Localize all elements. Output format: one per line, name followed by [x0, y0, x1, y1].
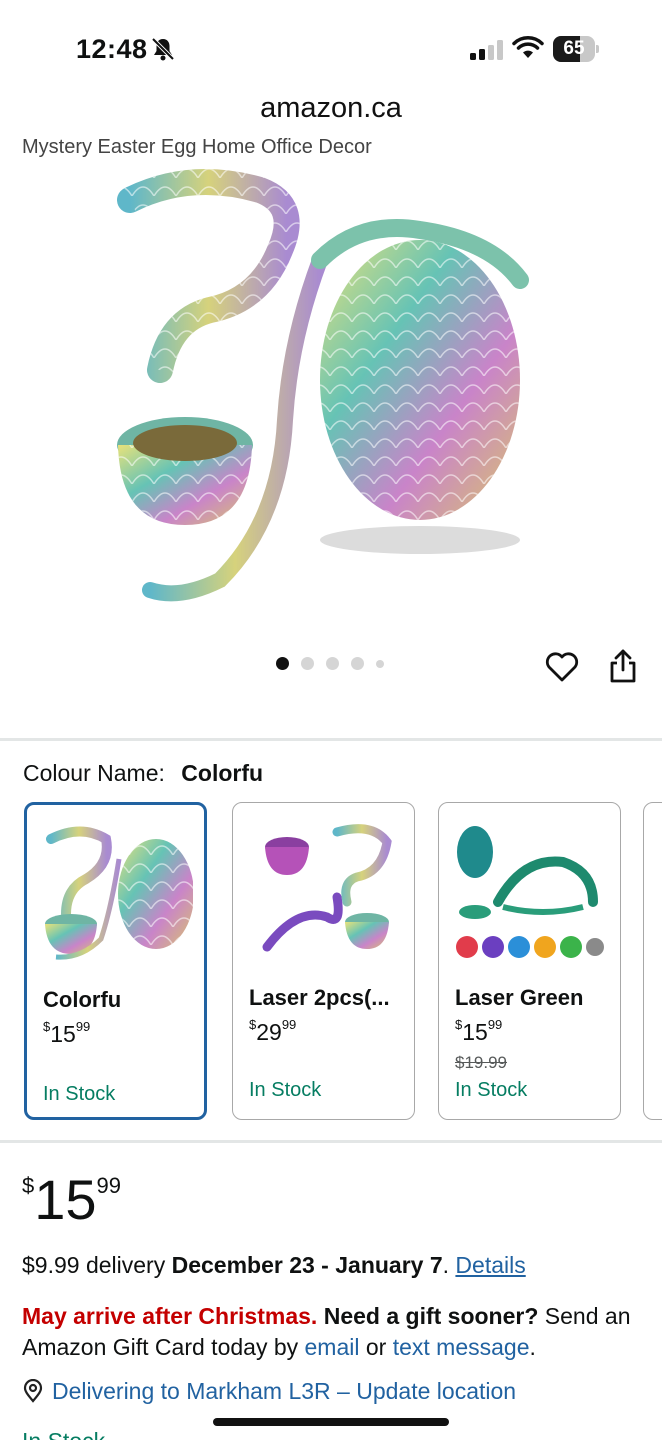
colour-option-card[interactable]: Colorfu $1599 In Stock [24, 802, 207, 1120]
section-divider [0, 1140, 662, 1143]
image-pagination-dots[interactable] [276, 657, 384, 670]
heart-icon[interactable] [545, 650, 579, 684]
pagination-dot[interactable] [326, 657, 339, 670]
option-stock: In Stock [455, 1079, 528, 1101]
colour-option-card[interactable]: Laser Green $1599 $19.99 In Stock [438, 802, 621, 1120]
pagination-dot[interactable] [351, 657, 364, 670]
status-bar: 12:48 65 [0, 0, 662, 88]
colour-value: Colorfu [181, 760, 264, 786]
cellular-signal-icon [470, 40, 503, 60]
delivery-location-link[interactable]: Delivering to Markham L3R – Update locat… [22, 1378, 516, 1405]
colour-option-card-partial[interactable] [643, 802, 662, 1120]
location-pin-icon [23, 1378, 43, 1403]
option-thumbnail [45, 826, 193, 960]
option-thumbnail [456, 826, 604, 958]
wifi-icon [512, 36, 544, 58]
option-name: Laser Green [455, 985, 584, 1010]
availability-status: In Stock [22, 1428, 105, 1440]
option-name: Laser 2pcs(... [249, 985, 390, 1010]
option-price: $1599 [43, 1019, 91, 1047]
details-link[interactable]: Details [455, 1252, 525, 1278]
product-image-gallery[interactable] [0, 160, 662, 680]
price-whole: 15 [34, 1168, 97, 1231]
gift-question: Need a gift sooner? [323, 1303, 539, 1329]
option-stock: In Stock [249, 1079, 322, 1101]
product-title: Mystery Easter Egg Home Office Decor [22, 136, 372, 158]
email-link[interactable]: email [305, 1334, 360, 1360]
section-divider [0, 738, 662, 741]
product-image [117, 169, 529, 602]
price-currency: $ [22, 1173, 35, 1198]
christmas-warning: May arrive after Christmas. [22, 1303, 318, 1329]
delivery-dates: December 23 - January 7 [171, 1252, 443, 1278]
gift-notice: May arrive after Christmas. Need a gift … [22, 1303, 631, 1360]
share-icon[interactable] [607, 648, 639, 684]
option-price: $1599 [455, 1017, 503, 1045]
pagination-dot[interactable] [301, 657, 314, 670]
colour-option-card[interactable]: Laser 2pcs(... $2999 In Stock [232, 802, 415, 1120]
bell-muted-icon [151, 37, 175, 61]
colour-label: Colour Name: [23, 760, 165, 786]
price-cents: 99 [96, 1173, 122, 1198]
url-bar[interactable]: amazon.ca [0, 92, 662, 125]
option-thumbnail [262, 824, 392, 952]
option-list-price: $19.99 [455, 1053, 507, 1072]
option-stock: In Stock [43, 1083, 116, 1105]
text-message-link[interactable]: text message [393, 1334, 530, 1360]
pagination-dot[interactable] [276, 657, 289, 670]
battery-indicator: 65 [553, 36, 599, 62]
battery-percent: 65 [563, 38, 585, 59]
status-time: 12:48 [76, 34, 148, 64]
pagination-dot[interactable] [376, 659, 384, 668]
location-text: Delivering to Markham L3R – Update locat… [52, 1378, 517, 1404]
delivery-info: $9.99 delivery December 23 - January 7. … [22, 1252, 526, 1278]
home-indicator[interactable] [213, 1418, 449, 1426]
colour-selector-label: Colour Name: Colorfu [23, 760, 263, 787]
option-price: $2999 [249, 1017, 297, 1045]
main-price: $1599 [22, 1170, 121, 1242]
option-name: Colorfu [43, 987, 122, 1012]
